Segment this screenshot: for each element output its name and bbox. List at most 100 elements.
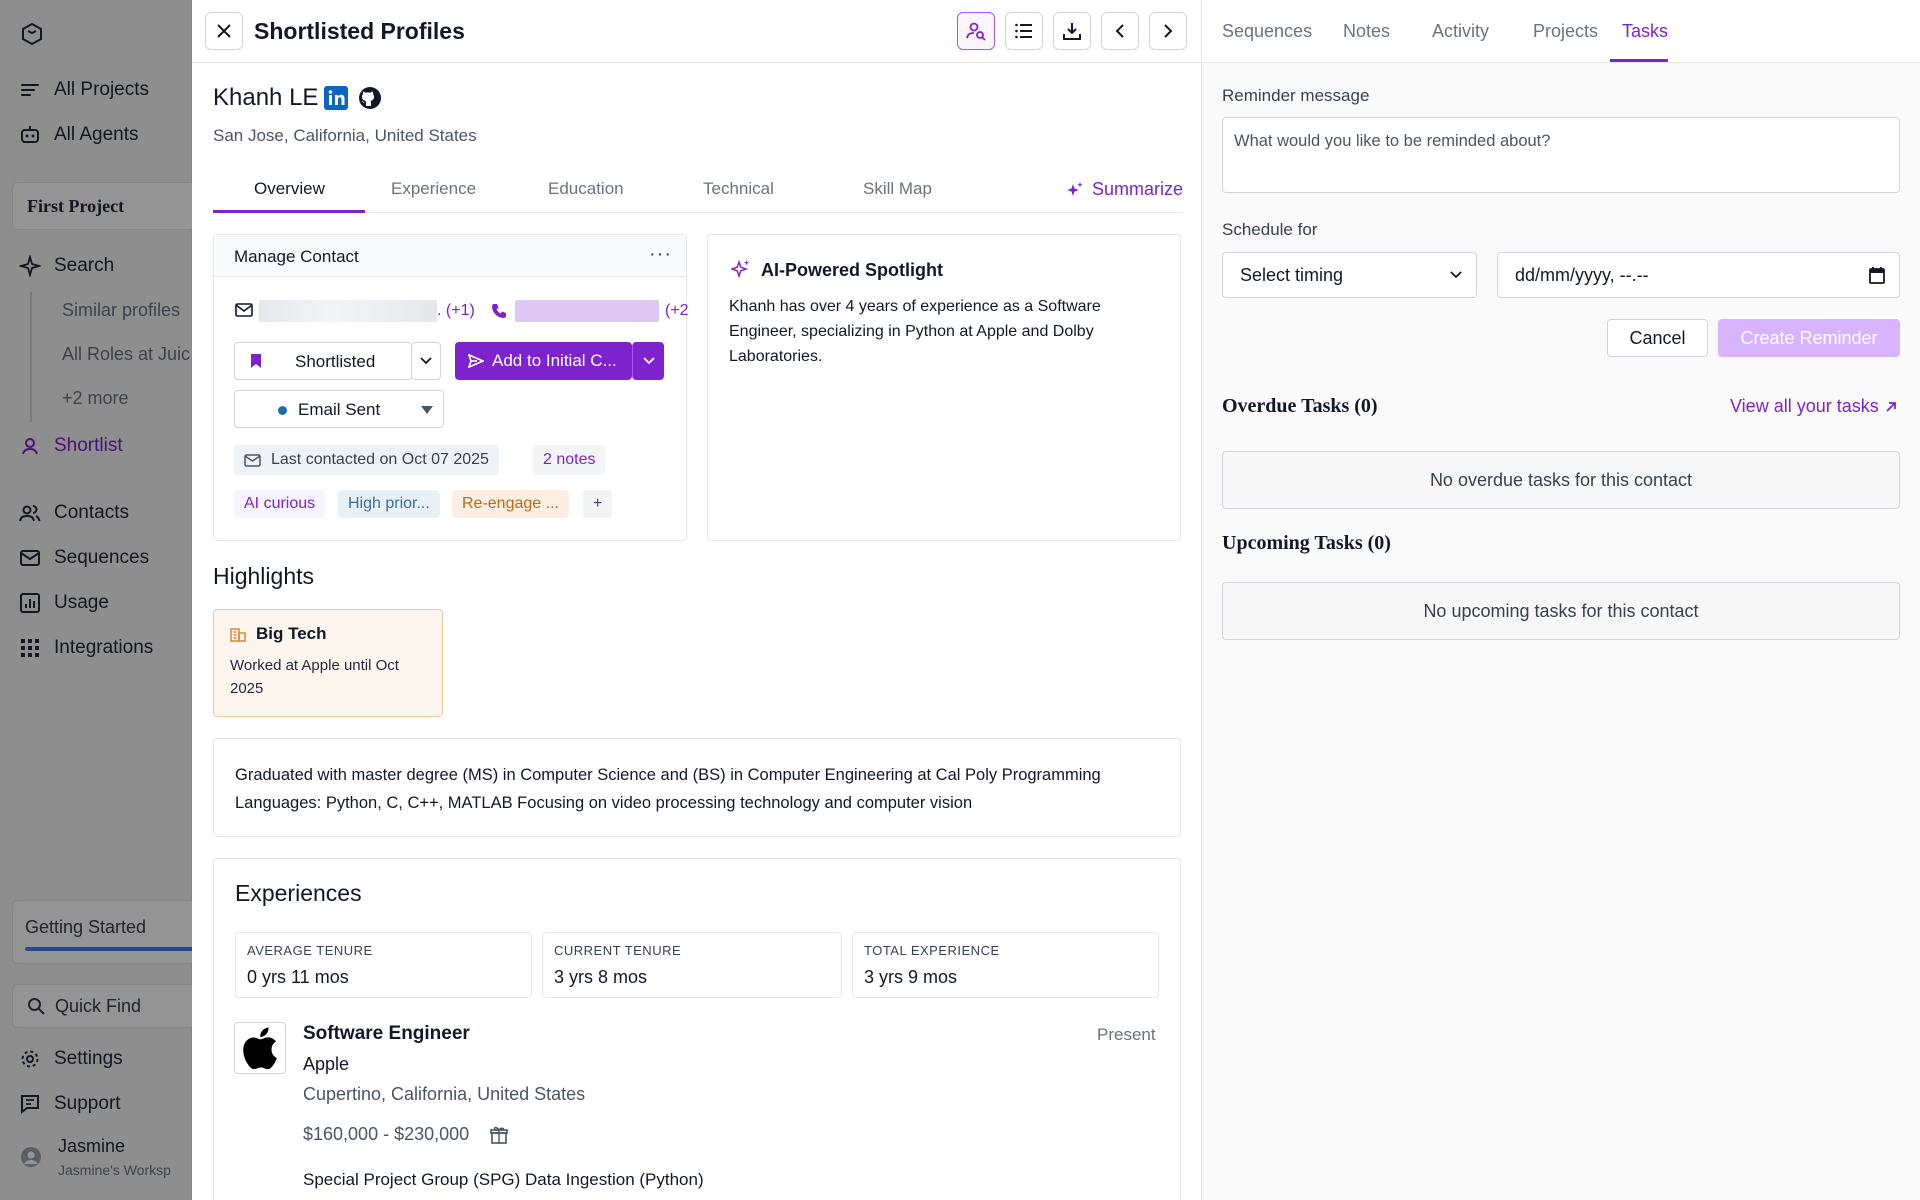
job-company: Apple <box>303 1054 350 1074</box>
sequence-dropdown-toggle[interactable] <box>632 342 664 380</box>
mail-icon <box>235 303 253 317</box>
job-title: Software Engineer <box>303 1023 470 1044</box>
stat-label: TOTAL EXPERIENCE <box>864 943 1000 958</box>
profile-tabs: Overview Experience Education Technical … <box>213 175 1183 213</box>
profile-drawer: Shortlisted Profiles Khanh LE San Jose, … <box>192 0 1920 1200</box>
close-icon <box>216 23 232 39</box>
reminder-label: Reminder message <box>1222 86 1370 105</box>
calendar-icon[interactable] <box>1869 266 1885 284</box>
highlight-text: Worked at Apple until Oct 2025 <box>230 657 399 697</box>
chevron-right-icon <box>1163 23 1173 39</box>
spotlight-title: AI-Powered Spotlight <box>761 260 943 280</box>
active-tab-indicator <box>213 210 365 213</box>
tag-ai-curious[interactable]: AI curious <box>234 490 326 518</box>
tab-overview[interactable]: Overview <box>254 179 325 199</box>
highlights-title: Highlights <box>213 563 314 589</box>
stat-value: 3 yrs 8 mos <box>554 967 648 987</box>
view-all-label: View all your tasks <box>1730 396 1879 416</box>
github-icon[interactable] <box>358 86 382 110</box>
stat-average-tenure: AVERAGE TENURE 0 yrs 11 mos <box>235 932 532 998</box>
tab-projects[interactable]: Projects <box>1533 21 1598 42</box>
profile-summary: Graduated with master degree (MS) in Com… <box>213 738 1181 837</box>
tasks-panel: Sequences Notes Activity Projects Tasks … <box>1202 0 1920 1200</box>
sparkle-icon <box>731 259 751 279</box>
manage-contact-title: Manage Contact <box>234 247 359 266</box>
chevron-down-icon <box>1450 271 1462 279</box>
tab-experience[interactable]: Experience <box>391 179 476 199</box>
building-icon <box>230 626 246 642</box>
status-label: Shortlisted <box>295 352 376 371</box>
job-project: Special Project Group (SPG) Data Ingesti… <box>303 1170 704 1189</box>
tab-activity[interactable]: Activity <box>1432 21 1489 42</box>
notes-link[interactable]: 2 notes <box>533 445 606 475</box>
cancel-button[interactable]: Cancel <box>1607 319 1708 357</box>
phone-redacted <box>515 300 659 322</box>
email-redacted <box>259 300 437 322</box>
stat-value: 0 yrs 11 mos <box>247 967 349 987</box>
status-select[interactable]: Shortlisted <box>234 342 412 380</box>
profile-location: San Jose, California, United States <box>213 126 477 145</box>
drawer-header: Shortlisted Profiles <box>192 0 1201 63</box>
summarize-button[interactable]: Summarize <box>1066 179 1183 200</box>
page-title: Shortlisted Profiles <box>254 18 465 44</box>
status-dropdown-toggle[interactable] <box>411 342 441 380</box>
tab-skill-map[interactable]: Skill Map <box>863 179 932 199</box>
overdue-empty-state: No overdue tasks for this contact <box>1222 451 1900 509</box>
email-status-label: Email Sent <box>298 400 381 419</box>
arrow-up-right-icon <box>1885 401 1897 413</box>
chevron-down-icon <box>642 357 655 365</box>
tab-education[interactable]: Education <box>548 179 624 199</box>
company-logo <box>234 1022 286 1074</box>
email-count[interactable]: . (+1) <box>437 302 475 320</box>
status-dot <box>278 406 287 415</box>
reminder-input[interactable]: What would you like to be reminded about… <box>1222 117 1900 193</box>
spotlight-text: Khanh has over 4 years of experience as … <box>729 298 1101 365</box>
gift-icon <box>490 1126 508 1144</box>
close-button[interactable] <box>205 12 243 50</box>
upcoming-title: Upcoming Tasks (0) <box>1222 532 1391 554</box>
next-button[interactable] <box>1149 12 1187 50</box>
add-to-sequence-button[interactable]: Add to Initial C... <box>455 342 632 380</box>
job-salary: $160,000 - $230,000 <box>303 1124 470 1144</box>
tag-re-engage[interactable]: Re-engage ... <box>452 490 569 518</box>
apple-icon <box>242 1027 278 1069</box>
upcoming-empty-state: No upcoming tasks for this contact <box>1222 582 1900 640</box>
list-view-button[interactable] <box>1005 12 1043 50</box>
tab-sequences[interactable]: Sequences <box>1222 21 1312 42</box>
add-to-sequence-label: Add to Initial C... <box>492 351 617 370</box>
stat-label: CURRENT TENURE <box>554 943 682 958</box>
tag-high-priority[interactable]: High prior... <box>338 490 440 518</box>
list-icon <box>1015 23 1033 39</box>
stat-current-tenure: CURRENT TENURE 3 yrs 8 mos <box>542 932 842 998</box>
phone-icon <box>491 303 507 319</box>
datetime-input[interactable]: dd/mm/yyyy, --.-- <box>1497 252 1900 298</box>
modal-overlay[interactable] <box>0 0 192 1200</box>
more-options-icon[interactable]: ··· <box>649 243 672 266</box>
chevron-left-icon <box>1115 23 1125 39</box>
download-icon <box>1063 22 1081 40</box>
previous-button[interactable] <box>1101 12 1139 50</box>
profile-name: Khanh LE <box>213 84 319 111</box>
send-icon <box>468 354 484 368</box>
tab-tasks[interactable]: Tasks <box>1622 21 1668 42</box>
overdue-title: Overdue Tasks (0) <box>1222 395 1378 417</box>
tab-notes[interactable]: Notes <box>1343 21 1390 42</box>
sparkle-icon <box>1066 181 1084 199</box>
spotlight-card: AI-Powered Spotlight Khanh has over 4 ye… <box>707 234 1181 541</box>
linkedin-icon[interactable] <box>324 86 348 110</box>
timing-select[interactable]: Select timing <box>1222 252 1477 298</box>
tab-technical[interactable]: Technical <box>703 179 774 199</box>
mail-icon <box>244 453 261 467</box>
download-button[interactable] <box>1053 12 1091 50</box>
last-contacted-badge: Last contacted on Oct 07 2025 <box>234 445 499 475</box>
add-tag-button[interactable]: + <box>583 490 613 518</box>
profile-panel: Shortlisted Profiles Khanh LE San Jose, … <box>192 0 1202 1200</box>
create-reminder-button[interactable]: Create Reminder <box>1718 319 1900 357</box>
profile-view-button[interactable] <box>957 12 995 50</box>
manage-contact-header: Manage Contact ··· <box>214 235 686 277</box>
phone-count[interactable]: (+2 <box>665 302 689 320</box>
highlight-card: Big Tech Worked at Apple until Oct 2025 <box>213 609 443 717</box>
view-all-tasks-link[interactable]: View all your tasks <box>1730 396 1897 417</box>
email-status-select[interactable]: Email Sent <box>234 390 444 428</box>
stat-total-experience: TOTAL EXPERIENCE 3 yrs 9 mos <box>852 932 1159 998</box>
